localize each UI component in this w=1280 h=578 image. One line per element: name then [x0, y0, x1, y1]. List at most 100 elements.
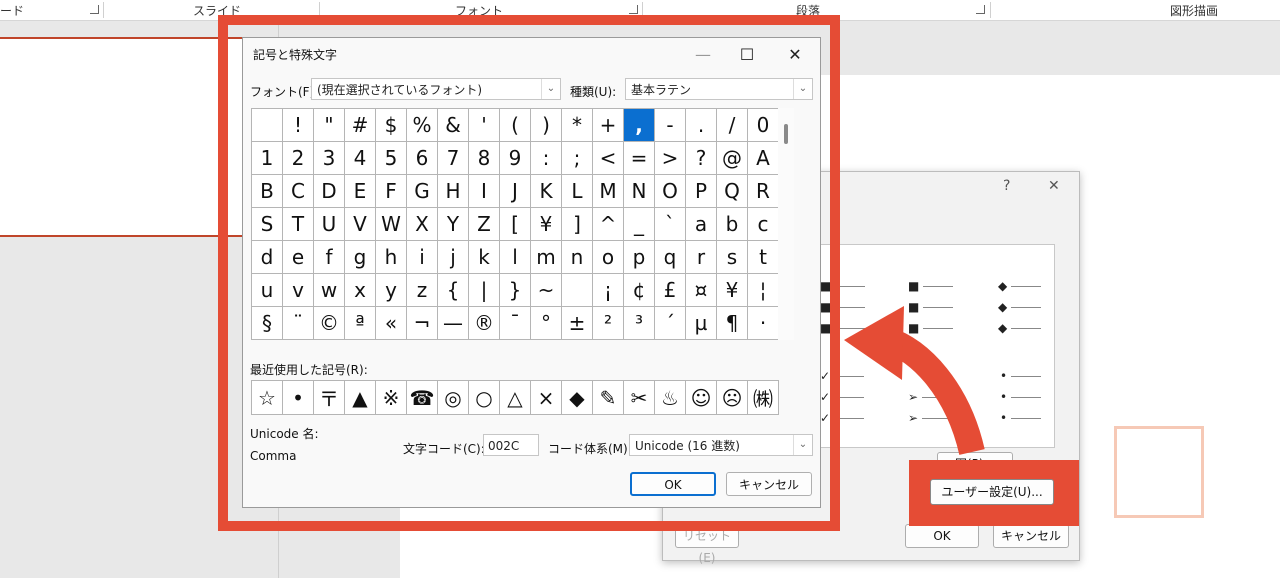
character-cell[interactable]: a [686, 208, 717, 241]
character-cell[interactable]: O [655, 175, 686, 208]
recent-symbol-cell[interactable]: × [531, 381, 562, 415]
character-cell[interactable]: h [376, 241, 407, 274]
character-cell[interactable]: u [252, 274, 283, 307]
character-cell[interactable]: ] [562, 208, 593, 241]
character-cell[interactable]: . [686, 109, 717, 142]
cancel-button[interactable]: キャンセル [726, 472, 812, 496]
character-cell[interactable]: ¤ [686, 274, 717, 307]
dialog-launcher-icon[interactable] [90, 5, 99, 14]
minimize-icon[interactable]: — [683, 41, 723, 69]
character-cell[interactable]: j [438, 241, 469, 274]
character-cell[interactable]: [ [500, 208, 531, 241]
character-cell[interactable]: | [469, 274, 500, 307]
character-cell[interactable]: · [748, 307, 779, 340]
character-cell[interactable]: S [252, 208, 283, 241]
character-cell[interactable]: A [748, 142, 779, 175]
character-cell[interactable]: $ [376, 109, 407, 142]
character-cell[interactable]: + [593, 109, 624, 142]
character-cell[interactable]: s [717, 241, 748, 274]
character-cell[interactable]: ¬ [407, 307, 438, 340]
character-cell[interactable]: N [624, 175, 655, 208]
character-cell[interactable]: R [748, 175, 779, 208]
recent-symbol-cell[interactable]: ✎ [593, 381, 624, 415]
character-cell[interactable]: ° [531, 307, 562, 340]
character-cell[interactable]: x [345, 274, 376, 307]
character-cell[interactable]: F [376, 175, 407, 208]
character-cell[interactable]: { [438, 274, 469, 307]
cancel-button[interactable]: キャンセル [993, 524, 1069, 548]
recent-symbols[interactable]: ☆ • 〒 ▲ ※ ☎ ◎ ○ △ × ◆ ✎ ✂ ♨ ☺ ☹ ㈱ [251, 380, 779, 415]
character-cell[interactable]: M [593, 175, 624, 208]
character-cell[interactable]: } [500, 274, 531, 307]
character-cell[interactable]: : [531, 142, 562, 175]
character-cell[interactable]: @ [717, 142, 748, 175]
character-cell-selected[interactable]: , [624, 109, 655, 142]
character-cell[interactable]: ¶ [717, 307, 748, 340]
character-cell[interactable]: r [686, 241, 717, 274]
character-cell[interactable]: ~ [531, 274, 562, 307]
character-cell[interactable]: µ [686, 307, 717, 340]
scrollbar-thumb[interactable] [784, 124, 788, 144]
character-cell[interactable]: 9 [500, 142, 531, 175]
character-cell[interactable]: - [655, 109, 686, 142]
recent-symbol-cell[interactable]: △ [500, 381, 531, 415]
character-cell[interactable]: % [407, 109, 438, 142]
character-cell[interactable] [562, 274, 593, 307]
character-cell[interactable]: & [438, 109, 469, 142]
character-cell[interactable]: W [376, 208, 407, 241]
character-cell[interactable]: Y [438, 208, 469, 241]
recent-symbol-cell[interactable]: ○ [469, 381, 500, 415]
font-select[interactable]: (現在選択されているフォント) ⌄ [311, 78, 561, 100]
character-cell[interactable]: d [252, 241, 283, 274]
character-cell[interactable]: ¡ [593, 274, 624, 307]
maximize-icon[interactable]: ☐ [727, 41, 767, 69]
help-icon[interactable]: ? [1003, 178, 1010, 194]
close-icon[interactable]: ✕ [1048, 178, 1060, 194]
character-cell[interactable]: = [624, 142, 655, 175]
recent-symbol-cell[interactable]: ㈱ [748, 381, 779, 415]
character-cell[interactable]: / [717, 109, 748, 142]
character-cell[interactable]: P [686, 175, 717, 208]
character-cell[interactable]: 6 [407, 142, 438, 175]
character-cell[interactable]: G [407, 175, 438, 208]
bullet-option-square[interactable]: ■ [908, 279, 954, 293]
character-cell[interactable]: y [376, 274, 407, 307]
character-cell[interactable]: i [407, 241, 438, 274]
close-icon[interactable]: ✕ [775, 41, 815, 69]
character-cell[interactable]: ¨ [283, 307, 314, 340]
ok-button[interactable]: OK [630, 472, 716, 496]
character-cell[interactable]: 2 [283, 142, 314, 175]
char-code-input[interactable]: 002C [483, 434, 539, 456]
character-cell[interactable]: ³ [624, 307, 655, 340]
recent-symbol-cell[interactable]: ※ [376, 381, 407, 415]
character-cell[interactable]: z [407, 274, 438, 307]
character-cell[interactable]: t [748, 241, 779, 274]
character-cell[interactable]: w [314, 274, 345, 307]
bullet-option-diamond[interactable]: ◆ [998, 279, 1042, 293]
character-cell[interactable]: ® [469, 307, 500, 340]
character-cell[interactable]: o [593, 241, 624, 274]
character-cell[interactable]: ( [500, 109, 531, 142]
character-cell[interactable]: ^ [593, 208, 624, 241]
character-cell[interactable]: 3 [314, 142, 345, 175]
character-cell[interactable]: * [562, 109, 593, 142]
recent-symbol-cell[interactable]: ◎ [438, 381, 469, 415]
character-cell[interactable]: m [531, 241, 562, 274]
character-cell[interactable]: 5 [376, 142, 407, 175]
character-cell[interactable]: g [345, 241, 376, 274]
character-cell[interactable]: p [624, 241, 655, 274]
character-cell[interactable]: U [314, 208, 345, 241]
recent-symbol-cell[interactable]: ☎ [407, 381, 438, 415]
bullet-option-selected[interactable] [1114, 426, 1204, 518]
character-cell[interactable]: " [314, 109, 345, 142]
character-cell[interactable]: e [283, 241, 314, 274]
character-cell[interactable]: _ [624, 208, 655, 241]
recent-symbol-cell[interactable]: ♨ [655, 381, 686, 415]
character-cell[interactable]: ¢ [624, 274, 655, 307]
character-cell[interactable]: D [314, 175, 345, 208]
character-cell[interactable]: Q [717, 175, 748, 208]
subset-select[interactable]: 基本ラテン ⌄ [625, 78, 813, 100]
character-cell[interactable] [252, 109, 283, 142]
character-cell[interactable]: # [345, 109, 376, 142]
character-cell[interactable]: ! [283, 109, 314, 142]
